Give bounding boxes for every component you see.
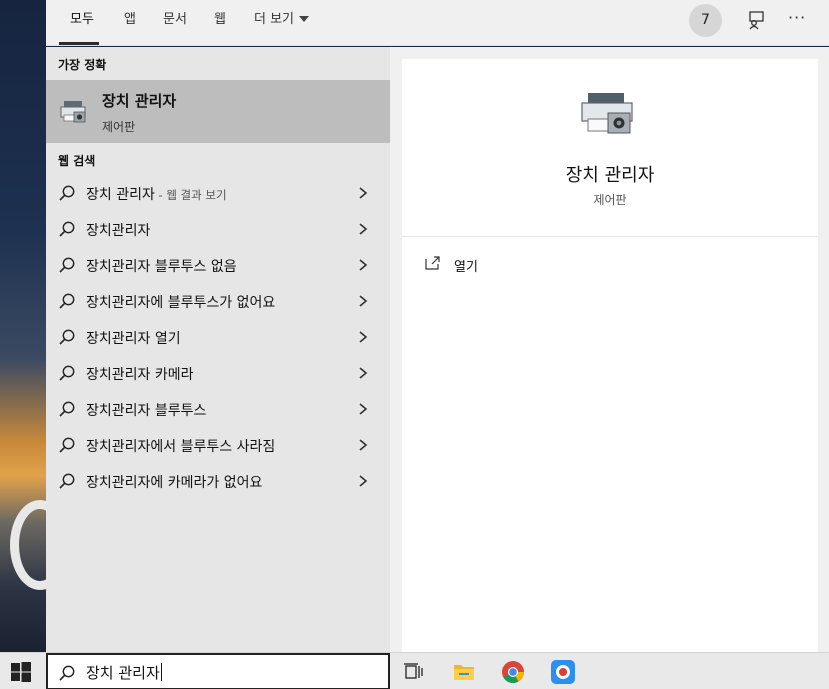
device-manager-icon	[60, 101, 86, 123]
tab-documents-label: 문서	[163, 12, 187, 27]
web-search-item[interactable]: 장치관리자	[46, 211, 390, 247]
search-icon	[59, 365, 75, 381]
search-query-text: 장치 관리자	[86, 664, 160, 682]
web-search-item-text: 장치관리자 블루투스 없음	[86, 256, 237, 276]
tab-more-label: 더 보기	[254, 12, 295, 27]
caret-down-icon	[299, 16, 310, 22]
search-icon	[59, 473, 75, 489]
tab-all[interactable]: 모두	[70, 0, 94, 46]
web-search-heading: 웹 검색	[58, 154, 96, 168]
feedback-icon[interactable]	[746, 10, 766, 30]
search-filter-bar: 모두 앱 문서 웹 더 보기 7 ···	[46, 0, 829, 46]
taskbar: 장치 관리자	[0, 652, 829, 689]
open-external-icon	[425, 256, 440, 270]
search-icon	[59, 437, 75, 453]
chevron-right-icon[interactable]	[358, 474, 368, 488]
web-search-item[interactable]: 장치관리자 블루투스	[46, 391, 390, 427]
web-search-item-text: 장치관리자에 블루투스가 없어요	[86, 292, 275, 312]
best-match-subtitle: 제어판	[102, 120, 136, 134]
search-icon	[59, 185, 75, 201]
taskbar-search-box[interactable]: 장치 관리자	[46, 653, 390, 689]
search-icon	[59, 221, 75, 237]
rewards-count: 7	[701, 12, 710, 28]
best-match-item[interactable]: 장치 관리자 제어판	[46, 80, 390, 143]
web-search-item[interactable]: 장치관리자에서 블루투스 사라짐	[46, 427, 390, 463]
web-search-query: 장치관리자	[86, 223, 151, 239]
chevron-right-icon[interactable]	[358, 186, 368, 200]
web-search-item[interactable]: 장치관리자 블루투스 없음	[46, 247, 390, 283]
search-icon	[59, 401, 75, 417]
open-label: 열기	[454, 260, 478, 275]
web-search-item-text: 장치관리자 카메라	[86, 364, 194, 384]
web-search-query: 장치관리자 열기	[86, 331, 181, 347]
preview-card: 장치 관리자 제어판 열기	[402, 59, 818, 652]
web-search-item-text: 장치관리자에 카메라가 없어요	[86, 472, 262, 492]
preview-subtitle: 제어판	[593, 193, 627, 207]
task-view-icon[interactable]	[400, 659, 426, 685]
web-search-item-text: 장치 관리자 - 웹 결과 보기	[86, 184, 227, 204]
web-search-query: 장치 관리자	[86, 187, 155, 203]
best-match-title: 장치 관리자	[102, 92, 177, 110]
tab-web-label: 웹	[214, 12, 226, 27]
file-explorer-icon[interactable]	[451, 659, 477, 685]
web-search-query: 장치관리자에 블루투스가 없어요	[86, 295, 276, 311]
tab-more[interactable]: 더 보기	[254, 0, 310, 46]
web-search-item[interactable]: 장치관리자에 카메라가 없어요	[46, 463, 390, 499]
web-search-query: 장치관리자에 카메라가 없어요	[86, 475, 263, 491]
device-manager-large-icon	[581, 93, 633, 134]
rewards-badge[interactable]: 7	[689, 4, 722, 37]
results-pane: 가장 정확 장치 관리자 제어판 웹 검색 장치 관리자 - 웹 결과 보기 장치…	[46, 47, 390, 652]
chevron-right-icon[interactable]	[358, 222, 368, 236]
web-search-item[interactable]: 장치관리자 카메라	[46, 355, 390, 391]
preview-title: 장치 관리자	[565, 165, 655, 186]
web-search-suffix: - 웹 결과 보기	[154, 188, 227, 202]
wallpaper-decoration	[10, 500, 46, 590]
preview-divider	[402, 236, 818, 237]
web-search-query: 장치관리자 블루투스	[86, 403, 207, 419]
chevron-right-icon[interactable]	[358, 330, 368, 344]
web-search-query: 장치관리자 블루투스 없음	[86, 259, 237, 275]
tab-all-label: 모두	[70, 12, 94, 27]
search-icon	[59, 665, 75, 681]
tab-web[interactable]: 웹	[214, 0, 226, 46]
chrome-icon[interactable]	[500, 659, 526, 685]
chevron-right-icon[interactable]	[358, 294, 368, 308]
web-search-item[interactable]: 장치 관리자 - 웹 결과 보기	[46, 175, 390, 211]
search-input[interactable]: 장치 관리자	[86, 662, 162, 683]
search-icon	[59, 257, 75, 273]
web-search-item[interactable]: 장치관리자에 블루투스가 없어요	[46, 283, 390, 319]
chevron-right-icon[interactable]	[358, 402, 368, 416]
more-options-glyph: ···	[788, 8, 807, 27]
chevron-right-icon[interactable]	[358, 438, 368, 452]
desktop-wallpaper	[0, 0, 46, 652]
web-search-item-text: 장치관리자	[86, 220, 150, 240]
tab-apps[interactable]: 앱	[124, 0, 136, 46]
chevron-right-icon[interactable]	[358, 366, 368, 380]
search-icon	[59, 329, 75, 345]
text-cursor	[160, 663, 162, 681]
windows-start-icon[interactable]	[10, 661, 32, 683]
web-search-query: 장치관리자에서 블루투스 사라짐	[86, 439, 276, 455]
more-options-icon[interactable]: ···	[788, 8, 806, 27]
tab-documents[interactable]: 문서	[163, 0, 187, 46]
best-match-heading: 가장 정확	[58, 58, 107, 72]
web-search-item-text: 장치관리자에서 블루투스 사라짐	[86, 436, 275, 456]
web-search-item-text: 장치관리자 열기	[86, 328, 181, 348]
chevron-right-icon[interactable]	[358, 258, 368, 272]
web-search-item-text: 장치관리자 블루투스	[86, 400, 206, 420]
active-tab-indicator	[59, 42, 99, 45]
search-icon	[59, 293, 75, 309]
web-search-query: 장치관리자 카메라	[86, 367, 194, 383]
preview-pane: 장치 관리자 제어판 열기	[390, 47, 829, 652]
web-search-item[interactable]: 장치관리자 열기	[46, 319, 390, 355]
tab-apps-label: 앱	[124, 12, 136, 27]
screen-recorder-icon[interactable]	[550, 659, 576, 685]
